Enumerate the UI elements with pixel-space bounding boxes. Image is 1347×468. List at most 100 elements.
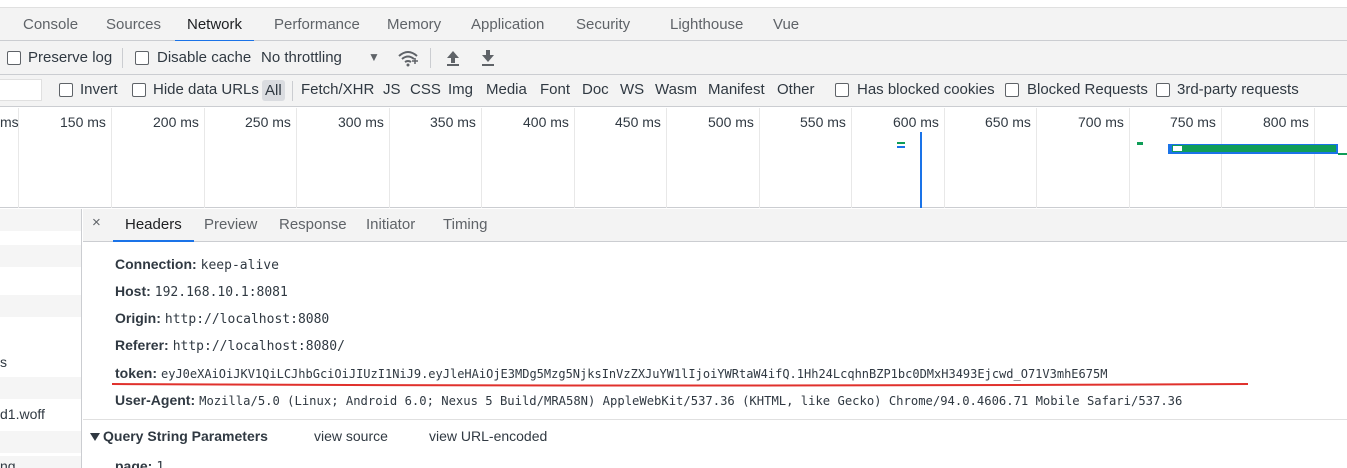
timeline-tick: 450 ms: [615, 114, 661, 130]
tab-application[interactable]: Application: [471, 8, 544, 41]
list-item[interactable]: [0, 377, 81, 399]
header-value: eyJ0eXAiOiJKV1QiLCJhbGciOiJIUzI1NiJ9.eyJ…: [161, 367, 1108, 381]
request-bar: [1173, 146, 1182, 151]
filter-other[interactable]: Other: [777, 81, 815, 98]
filter-css[interactable]: CSS: [410, 81, 441, 98]
filter-js[interactable]: JS: [383, 81, 401, 98]
timeline-tick: 600 ms: [893, 114, 939, 130]
list-item[interactable]: [0, 267, 81, 289]
disable-cache-checkbox[interactable]: [135, 51, 149, 65]
tab-lighthouse[interactable]: Lighthouse: [670, 8, 743, 41]
timeline-tick: 550 ms: [800, 114, 846, 130]
header-value: keep-alive: [200, 258, 279, 273]
third-party-checkbox[interactable]: [1156, 83, 1170, 97]
header-value: Mozilla/5.0 (Linux; Android 6.0; Nexus 5…: [199, 394, 1183, 408]
gridline: [481, 108, 482, 208]
close-icon[interactable]: ×: [92, 214, 101, 231]
tab-preview[interactable]: Preview: [204, 209, 257, 241]
request-list: s d1.woff ng: [0, 209, 82, 468]
query-string-section: Query String Parameters view source view…: [83, 419, 1347, 455]
invert-label[interactable]: Invert: [80, 81, 118, 98]
gridline: [759, 108, 760, 208]
filter-font[interactable]: Font: [540, 81, 570, 98]
blocked-requests-checkbox[interactable]: [1005, 83, 1019, 97]
filter-all[interactable]: All: [262, 80, 285, 101]
tab-memory[interactable]: Memory: [387, 8, 441, 41]
tab-sources[interactable]: Sources: [106, 8, 161, 41]
tab-initiator[interactable]: Initiator: [366, 209, 415, 241]
tab-timing[interactable]: Timing: [443, 209, 487, 241]
list-item[interactable]: [0, 295, 81, 317]
timeline-tick: 250 ms: [245, 114, 291, 130]
view-url-encoded-link[interactable]: view URL-encoded: [429, 428, 547, 444]
filter-doc[interactable]: Doc: [582, 81, 609, 98]
list-item[interactable]: [0, 209, 81, 231]
toolbar-divider: [122, 48, 123, 68]
preserve-log-label[interactable]: Preserve log: [28, 49, 112, 66]
tab-response[interactable]: Response: [279, 209, 347, 241]
blocked-requests-label[interactable]: Blocked Requests: [1027, 81, 1148, 98]
network-filter-bar: Invert Hide data URLs All Fetch/XHR JS C…: [0, 75, 1347, 107]
header-row-user-agent: User-Agent: Mozilla/5.0 (Linux; Android 6…: [115, 392, 1182, 408]
upload-icon[interactable]: [445, 49, 461, 67]
request-bar: [1137, 142, 1143, 145]
timeline-tick: 300 ms: [338, 114, 384, 130]
list-item[interactable]: [0, 245, 81, 267]
header-key: User-Agent:: [115, 392, 196, 408]
header-value: http://localhost:8080/: [172, 339, 345, 354]
header-key: token:: [115, 365, 157, 381]
list-item[interactable]: ng: [0, 456, 81, 468]
gridline: [1036, 108, 1037, 208]
header-row-token: token: eyJ0eXAiOiJKV1QiLCJhbGciOiJIUzI1Ni…: [115, 365, 1107, 381]
tab-security[interactable]: Security: [576, 8, 630, 41]
tab-vue[interactable]: Vue: [773, 8, 799, 41]
filter-wasm[interactable]: Wasm: [655, 81, 697, 98]
gridline: [944, 108, 945, 208]
third-party-label[interactable]: 3rd-party requests: [1177, 81, 1299, 98]
disable-cache-label[interactable]: Disable cache: [157, 49, 251, 66]
param-value: 1: [156, 460, 165, 468]
preserve-log-checkbox[interactable]: [7, 51, 21, 65]
throttling-select[interactable]: No throttling: [261, 49, 342, 66]
gridline: [851, 108, 852, 208]
filter-media[interactable]: Media: [486, 81, 527, 98]
list-item[interactable]: d1.woff: [0, 404, 81, 426]
has-blocked-cookies-label[interactable]: Has blocked cookies: [857, 81, 995, 98]
tab-console[interactable]: Console: [23, 8, 78, 41]
network-overview[interactable]: ms 150 ms 200 ms 250 ms 300 ms 350 ms 40…: [0, 108, 1347, 208]
filter-divider: [292, 81, 293, 101]
header-key: Host:: [115, 283, 151, 299]
wifi-icon[interactable]: [397, 49, 419, 67]
list-item[interactable]: s: [0, 351, 81, 373]
header-row-connection: Connection: keep-alive: [115, 256, 279, 273]
triangle-down-icon[interactable]: [90, 433, 100, 441]
window-top-strip: [0, 0, 1347, 8]
download-icon[interactable]: [480, 49, 496, 67]
hide-data-urls-label[interactable]: Hide data URLs: [153, 81, 259, 98]
filter-fetch-xhr[interactable]: Fetch/XHR: [301, 81, 374, 98]
filter-input[interactable]: [0, 79, 42, 101]
request-bar: [897, 146, 905, 148]
request-bar: [1338, 153, 1347, 155]
timeline-tick: ms: [0, 114, 19, 130]
view-source-link[interactable]: view source: [314, 428, 388, 444]
tab-network[interactable]: Network: [174, 8, 255, 42]
query-section-title[interactable]: Query String Parameters: [103, 428, 268, 444]
gridline: [111, 108, 112, 208]
timeline-tick: 150 ms: [60, 114, 106, 130]
filter-ws[interactable]: WS: [620, 81, 644, 98]
filter-img[interactable]: Img: [448, 81, 473, 98]
tab-headers[interactable]: Headers: [113, 209, 194, 242]
tab-performance[interactable]: Performance: [274, 8, 360, 41]
hide-data-urls-checkbox[interactable]: [132, 83, 146, 97]
param-key: page:: [115, 458, 153, 468]
filter-manifest[interactable]: Manifest: [708, 81, 765, 98]
timeline-tick: 750 ms: [1170, 114, 1216, 130]
gridline: [1221, 108, 1222, 208]
header-value: http://localhost:8080: [164, 312, 330, 327]
has-blocked-cookies-checkbox[interactable]: [835, 83, 849, 97]
dom-content-loaded-marker: [920, 132, 922, 208]
invert-checkbox[interactable]: [59, 83, 73, 97]
timeline-tick: 350 ms: [430, 114, 476, 130]
triangle-down-icon[interactable]: ▼: [368, 50, 380, 64]
